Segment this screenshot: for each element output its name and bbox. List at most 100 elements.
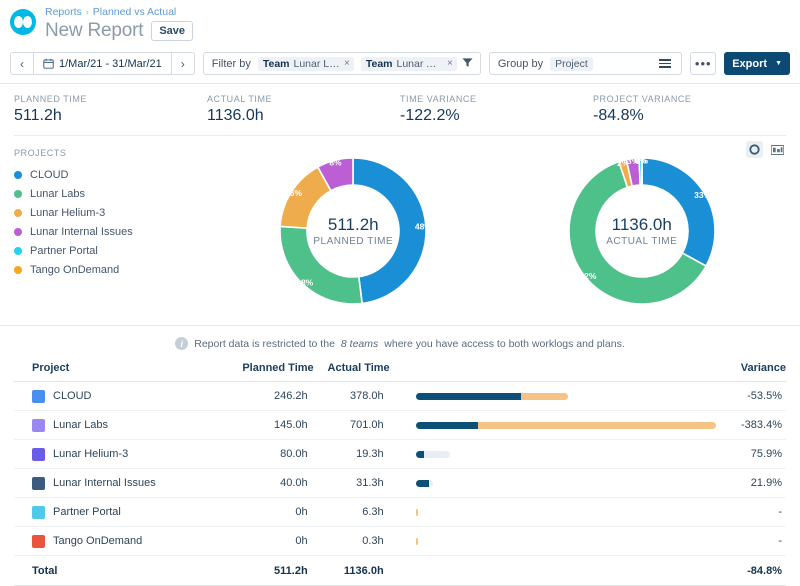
donut-slice-label: 8% bbox=[330, 158, 343, 168]
bar-row bbox=[416, 538, 720, 545]
bar-track bbox=[416, 388, 720, 404]
table-row[interactable]: Lunar Labs145.0h701.0h-383.4% bbox=[14, 411, 786, 440]
cell-planned-time: 246.2h bbox=[222, 382, 314, 411]
project-name[interactable]: Partner Portal bbox=[53, 506, 121, 518]
planned-time-donut-chart[interactable]: 48%28%16%8% 511.2h PLANNED TIME bbox=[268, 146, 438, 316]
actual-time-donut-chart[interactable]: 33%62%2%3%0%0% 1136.0h ACTUAL TIME bbox=[557, 146, 727, 316]
cell-actual-time: 701.0h bbox=[314, 411, 390, 440]
donut-slice-label: 62% bbox=[579, 271, 596, 281]
legend-label: Partner Portal bbox=[30, 245, 98, 257]
column-header-project[interactable]: Project bbox=[14, 362, 222, 382]
info-icon: i bbox=[175, 337, 188, 350]
breadcrumb-current-link[interactable]: Planned vs Actual bbox=[93, 6, 176, 19]
legend-title: PROJECTS bbox=[14, 148, 209, 158]
stat-project-variance: PROJECT VARIANCE -84.8% bbox=[593, 94, 786, 125]
table-row[interactable]: CLOUD246.2h378.0h-53.5% bbox=[14, 382, 786, 411]
save-button[interactable]: Save bbox=[151, 21, 193, 41]
table-row[interactable]: Lunar Internal Issues40.0h31.3h21.9% bbox=[14, 469, 786, 498]
bar-chart-toggle[interactable] bbox=[769, 141, 786, 158]
legend-item-partner-portal[interactable]: Partner Portal bbox=[14, 241, 209, 260]
table-row[interactable]: Partner Portal0h6.3h- bbox=[14, 498, 786, 527]
project-avatar-icon bbox=[32, 419, 45, 432]
planned-donut-svg: 48%28%16%8% bbox=[268, 146, 438, 316]
legend-label: Lunar Labs bbox=[30, 188, 85, 200]
date-range-text: 1/Mar/21 - 31/Mar/21 bbox=[59, 58, 162, 70]
column-header-planned-time[interactable]: Planned Time bbox=[222, 362, 314, 382]
bar-actual bbox=[416, 509, 419, 516]
total-planned: 511.2h bbox=[222, 556, 314, 586]
bar-row bbox=[416, 451, 720, 458]
project-avatar-icon bbox=[32, 477, 45, 490]
stat-time-variance: TIME VARIANCE -122.2% bbox=[400, 94, 593, 125]
donut-chart-toggle[interactable] bbox=[746, 141, 763, 158]
breadcrumb-reports-link[interactable]: Reports bbox=[45, 6, 82, 19]
project-name[interactable]: Lunar Labs bbox=[53, 419, 108, 431]
table-row[interactable]: Tango OnDemand0h0.3h- bbox=[14, 527, 786, 556]
filter-chip-prefix: Team bbox=[263, 58, 290, 70]
bar-actual bbox=[416, 538, 418, 545]
cell-project: Lunar Helium-3 bbox=[14, 440, 222, 469]
project-name[interactable]: Lunar Helium-3 bbox=[53, 448, 128, 460]
page-title: New Report bbox=[45, 20, 143, 42]
legend-item-tango-ondemand[interactable]: Tango OnDemand bbox=[14, 260, 209, 279]
group-by-value-chip[interactable]: Project bbox=[550, 57, 593, 71]
legend-item-lunar-helium-3[interactable]: Lunar Helium-3 bbox=[14, 203, 209, 222]
column-header-variance[interactable]: Variance bbox=[720, 362, 786, 382]
stat-label: TIME VARIANCE bbox=[400, 94, 593, 104]
project-avatar-icon bbox=[32, 390, 45, 403]
legend-item-lunar-labs[interactable]: Lunar Labs bbox=[14, 184, 209, 203]
bar-actual bbox=[478, 422, 716, 429]
project-name[interactable]: CLOUD bbox=[53, 390, 92, 402]
cell-project: Lunar Labs bbox=[14, 411, 222, 440]
total-variance: -84.8% bbox=[720, 556, 786, 586]
filter-chip-team-2[interactable]: Team Lunar Apps ... × bbox=[361, 57, 457, 71]
table-head: Project Planned Time Actual Time Varianc… bbox=[14, 362, 786, 382]
list-view-icon[interactable] bbox=[659, 59, 673, 68]
group-by-bar: Group by Project bbox=[489, 52, 682, 75]
table-row[interactable]: Lunar Helium-3 80.0h19.3h 75.9% bbox=[14, 440, 786, 469]
date-range-picker[interactable]: 1/Mar/21 - 31/Mar/21 bbox=[34, 53, 171, 74]
legend-item-lunar-internal-issues[interactable]: Lunar Internal Issues bbox=[14, 222, 209, 241]
filter-chip-team-1[interactable]: Team Lunar Lab D... × bbox=[258, 57, 354, 71]
bar-row bbox=[416, 393, 720, 400]
bar-remaining bbox=[429, 480, 433, 487]
cell-variance: - bbox=[720, 527, 786, 556]
export-label: Export bbox=[732, 58, 767, 70]
funnel-icon[interactable] bbox=[462, 57, 473, 71]
legend-label: Lunar Internal Issues bbox=[30, 226, 133, 238]
stat-value: -122.2% bbox=[400, 107, 593, 125]
chart-section: PROJECTS CLOUD Lunar Labs Lunar Helium-3… bbox=[0, 136, 800, 326]
more-options-button[interactable]: ••• bbox=[690, 52, 716, 75]
project-name[interactable]: Lunar Internal Issues bbox=[53, 477, 156, 489]
donut-slice-label: 48% bbox=[415, 222, 432, 232]
notice-suffix: where you have access to both worklogs a… bbox=[384, 338, 624, 350]
cell-bar bbox=[390, 527, 720, 556]
cell-variance: - bbox=[720, 498, 786, 527]
donut-slice[interactable] bbox=[642, 158, 715, 266]
cell-actual-time: 19.3h bbox=[314, 440, 390, 469]
close-icon[interactable]: × bbox=[447, 58, 453, 69]
stat-value: 1136.0h bbox=[207, 107, 400, 125]
app-header: Reports › Planned vs Actual New Report S… bbox=[0, 0, 800, 46]
previous-period-button[interactable]: ‹ bbox=[11, 53, 34, 74]
donut-slice[interactable] bbox=[280, 226, 362, 304]
table-total-row: Total 511.2h 1136.0h -84.8% bbox=[14, 556, 786, 586]
cell-variance: 75.9% bbox=[720, 440, 786, 469]
project-name[interactable]: Tango OnDemand bbox=[53, 535, 142, 547]
project-cell: Partner Portal bbox=[32, 506, 222, 519]
column-header-actual-time[interactable]: Actual Time bbox=[314, 362, 390, 382]
next-period-button[interactable]: › bbox=[171, 53, 194, 74]
cell-project: Partner Portal bbox=[14, 498, 222, 527]
stat-label: ACTUAL TIME bbox=[207, 94, 400, 104]
summary-stats: PLANNED TIME 511.2h ACTUAL TIME 1136.0h … bbox=[14, 84, 786, 136]
bar-planned bbox=[416, 451, 424, 458]
bar-track bbox=[416, 533, 720, 549]
bar-row bbox=[416, 422, 720, 429]
filter-chip-prefix: Team bbox=[366, 58, 393, 70]
calendar-icon bbox=[43, 58, 54, 69]
legend-item-cloud[interactable]: CLOUD bbox=[14, 165, 209, 184]
cell-planned-time: 80.0h bbox=[222, 440, 314, 469]
close-icon[interactable]: × bbox=[344, 58, 350, 69]
stat-label: PROJECT VARIANCE bbox=[593, 94, 786, 104]
export-button[interactable]: Export ▼ bbox=[724, 52, 790, 75]
